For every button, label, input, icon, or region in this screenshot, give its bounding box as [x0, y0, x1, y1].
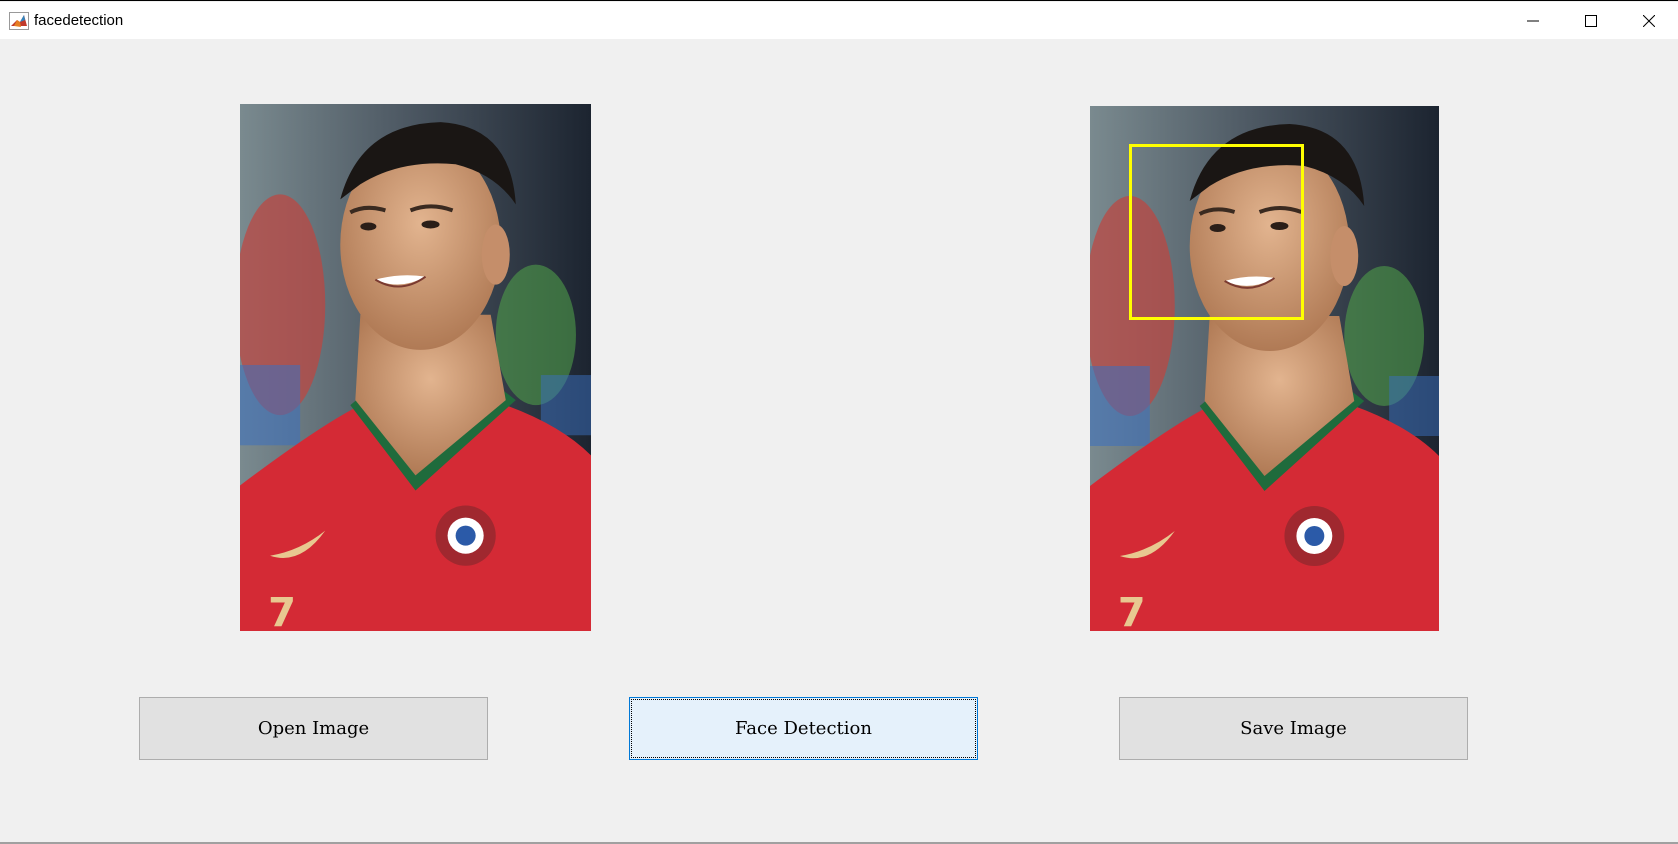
title-bar[interactable]: facedetection: [0, 2, 1678, 39]
close-icon: [1643, 14, 1655, 27]
matlab-icon: [9, 12, 29, 30]
minimize-button[interactable]: [1504, 2, 1562, 39]
maximize-icon: [1585, 14, 1597, 27]
save-image-button[interactable]: Save Image: [1119, 697, 1468, 760]
close-button[interactable]: [1620, 2, 1678, 39]
detected-face-box: [1129, 144, 1304, 320]
svg-text:7: 7: [1118, 590, 1146, 631]
open-image-button[interactable]: Open Image: [139, 697, 488, 760]
svg-text:7: 7: [268, 590, 296, 631]
window-title: facedetection: [34, 12, 124, 29]
minimize-icon: [1527, 20, 1539, 21]
figure-window: facedetection 7 7 Open Image Face Detect…: [0, 0, 1678, 844]
face-detection-button[interactable]: Face Detection: [629, 697, 978, 760]
original-photo: 7: [240, 104, 591, 631]
original-image-axes: 7: [240, 104, 591, 631]
maximize-button[interactable]: [1562, 2, 1620, 39]
result-image-axes: 7: [1090, 106, 1439, 631]
